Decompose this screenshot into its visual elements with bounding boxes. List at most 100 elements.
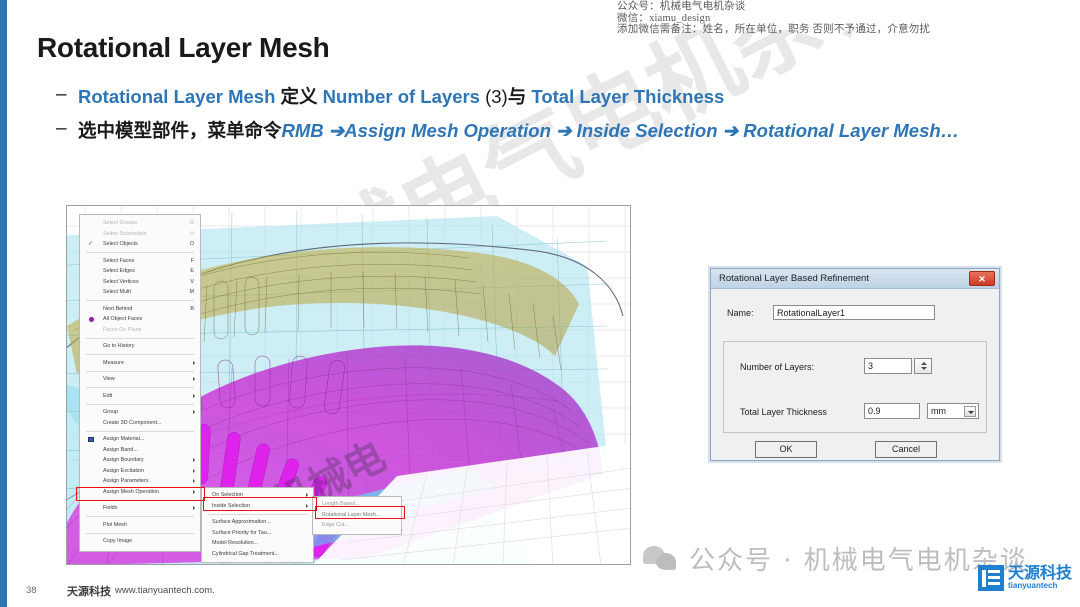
dialog-title: Rotational Layer Based Refinement: [719, 273, 869, 284]
menu-item-model-resolution[interactable]: Model Resolution...: [202, 538, 313, 549]
menu-label: Faces On Plane: [103, 326, 142, 333]
menu-item-surface-priority[interactable]: Surface Priority for Tau...: [202, 528, 313, 539]
menu-label: Go to History: [103, 343, 135, 349]
thickness-input[interactable]: 0.9: [864, 403, 920, 419]
watermark-bottom-text: 公众号 · 机械电气电机杂谈: [689, 546, 1028, 576]
menu-item-select-edges[interactable]: Select Edges E: [80, 266, 200, 277]
chevron-down-icon: [964, 406, 976, 417]
menu-item-select-multi[interactable]: Select Multi M: [80, 287, 200, 298]
menu-label: Assign Boundary: [103, 457, 144, 463]
menu-label: Assign Band...: [103, 446, 138, 453]
name-label: Name:: [727, 308, 754, 318]
ok-button[interactable]: OK: [755, 441, 817, 458]
check-icon: ✓: [88, 241, 94, 247]
menu-item-measure[interactable]: Measure: [80, 358, 200, 369]
menu-item-surface-approximation[interactable]: Surface Approximation...: [202, 517, 313, 528]
menu-item-select-groups: Select Groups G: [80, 218, 200, 229]
menu-item-group[interactable]: Group: [80, 407, 200, 418]
menu-item-all-object-faces[interactable]: All Object Faces: [80, 314, 200, 325]
highlight-assign-mesh-operation: [76, 487, 205, 501]
menu-accel: O: [189, 241, 194, 247]
bullet-item-2: – 选中模型部件，菜单命令RMB ➔Assign Mesh Operation …: [52, 118, 1012, 144]
menu-label: Select Edges: [103, 268, 135, 274]
menu-item-assign-excitation[interactable]: Assign Excitation: [80, 466, 200, 477]
menu-label: Surface Approximation...: [212, 519, 271, 525]
bullet-seg-4: (3): [485, 86, 508, 107]
submenu-arrow-icon: [193, 506, 195, 511]
menu-item-view[interactable]: View: [80, 374, 200, 385]
menu-label: Select Submodels: [103, 230, 147, 237]
dialog-title-bar: Rotational Layer Based Refinement ✕: [711, 269, 999, 289]
menu-item-copy-image[interactable]: Copy Image: [80, 536, 200, 547]
menu-label: Assign Parameters: [103, 478, 149, 484]
unit-value: mm: [931, 406, 946, 416]
bullet-list: – Rotational Layer Mesh 定义 Number of Lay…: [52, 84, 1012, 148]
menu-item-assign-material[interactable]: Assign Material...: [80, 434, 200, 445]
menu-item-go-to-history[interactable]: Go to History: [80, 341, 200, 352]
menu-separator: [86, 252, 194, 253]
name-input[interactable]: RotationalLayer1: [773, 305, 935, 320]
menu-label: Fields: [103, 505, 118, 511]
menu-item-assign-parameters[interactable]: Assign Parameters: [80, 476, 200, 487]
menu-item-assign-boundary[interactable]: Assign Boundary: [80, 455, 200, 466]
menu-separator: [86, 300, 194, 301]
thickness-label: Total Layer Thickness: [740, 407, 827, 417]
menu-separator: [86, 403, 194, 405]
bullet-seg-2: RMB ➔Assign Mesh Operation ➔ Inside Sele…: [281, 120, 960, 141]
menu-separator: [208, 513, 307, 515]
menu-label: Create 3D Component...: [103, 419, 162, 426]
page-number: 38: [26, 585, 37, 596]
bullet-dash: –: [56, 84, 67, 105]
menu-separator: [86, 387, 194, 388]
menu-item-fields[interactable]: Fields: [80, 503, 200, 514]
menu-accel: B: [190, 305, 194, 312]
menu-separator: [86, 354, 194, 355]
close-icon[interactable]: ✕: [969, 271, 995, 286]
menu-item-faces-on-plane: Faces On Plane: [80, 325, 200, 336]
menu-item-create-3d-component[interactable]: Create 3D Component...: [80, 418, 200, 429]
menu-label: Group: [103, 409, 118, 415]
bullet-item-1: – Rotational Layer Mesh 定义 Number of Lay…: [52, 84, 1012, 110]
bullet-seg-1: Rotational Layer Mesh: [78, 86, 281, 107]
menu-item-edge-cut[interactable]: Edge Cut...: [313, 520, 401, 531]
layers-stepper[interactable]: [914, 358, 932, 374]
watermark-bottom: 公众号 · 机械电气电机杂谈: [643, 540, 1028, 577]
submenu-arrow-icon: [193, 393, 195, 398]
bullet-line: 选中模型部件，菜单命令RMB ➔Assign Mesh Operation ➔ …: [78, 118, 1012, 144]
unit-select[interactable]: mm: [927, 403, 979, 419]
menu-label: Edge Cut...: [322, 522, 349, 528]
menu-item-select-objects[interactable]: ✓ Select Objects O: [80, 239, 200, 250]
watermark-line-2: 微信：xiamu_design: [617, 12, 711, 24]
menu-item-plot-mesh[interactable]: Plot Mesh: [80, 520, 200, 531]
menu-label: Edit: [103, 392, 113, 399]
menu-item-cylindrical-gap-treatment[interactable]: Cylindrical Gap Treatment...: [202, 549, 313, 560]
menu-item-select-submodels: Select Submodels U: [80, 229, 200, 240]
menu-accel: U: [190, 230, 194, 237]
menu-separator: [86, 337, 194, 339]
layers-input[interactable]: 3: [864, 358, 912, 374]
menu-label: Assign Material...: [103, 436, 145, 442]
submenu-arrow-icon: [193, 360, 195, 365]
page-title: Rotational Layer Mesh: [37, 32, 330, 63]
submenu-arrow-icon: [193, 479, 195, 484]
menu-accel: V: [190, 278, 194, 285]
menu-item-select-vertices[interactable]: Select Vertices V: [80, 277, 200, 288]
menu-item-select-faces[interactable]: Select Faces F: [80, 256, 200, 267]
magenta-dot-icon: [89, 316, 94, 322]
bullet-seg-6: Total Layer Thickness: [526, 86, 725, 107]
bullet-seg-1: 选中模型部件，菜单命令: [78, 121, 282, 142]
menu-label: Surface Priority for Tau...: [212, 529, 272, 536]
tianyuan-logo-mark: [978, 565, 1004, 591]
menu-item-next-behind[interactable]: Next Behind B: [80, 304, 200, 315]
menu-item-edit[interactable]: Edit: [80, 391, 200, 402]
menu-label: Select Multi: [103, 289, 131, 295]
menu-accel: F: [190, 257, 194, 264]
menu-label: Select Groups: [103, 220, 138, 226]
menu-item-assign-band[interactable]: Assign Band...: [80, 445, 200, 456]
cancel-button[interactable]: Cancel: [875, 441, 937, 458]
menu-label: Select Objects: [103, 241, 138, 247]
rotational-layer-dialog[interactable]: Rotational Layer Based Refinement ✕ Name…: [710, 268, 1000, 461]
name-row: Name: RotationalLayer1: [727, 305, 987, 323]
menu-label: Assign Excitation: [103, 467, 145, 474]
submenu-arrow-icon: [193, 410, 195, 415]
